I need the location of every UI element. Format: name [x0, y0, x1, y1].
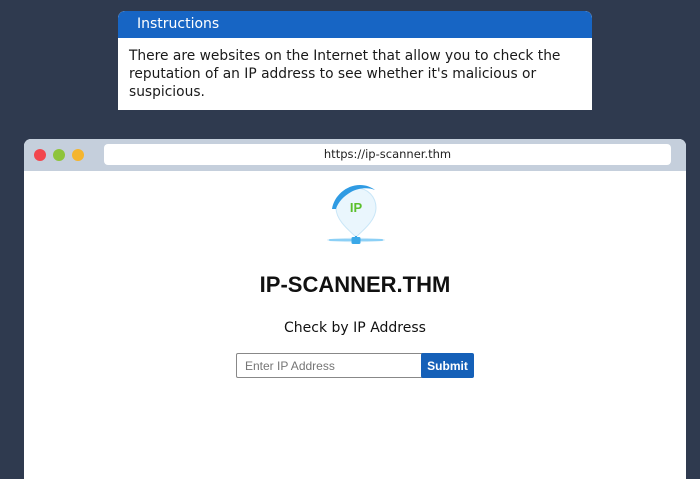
instructions-text: There are websites on the Internet that …	[129, 48, 561, 100]
address-bar[interactable]: https://ip-scanner.thm	[104, 144, 671, 165]
check-by-ip-label: Check by IP Address	[284, 320, 426, 336]
instructions-panel: Instructions There are websites on the I…	[118, 11, 592, 110]
ip-address-input[interactable]	[236, 353, 425, 378]
svg-text:IP: IP	[350, 200, 363, 215]
instructions-header: Instructions	[118, 11, 592, 38]
minimize-window-dot[interactable]	[53, 149, 65, 161]
maximize-window-dot[interactable]	[72, 149, 84, 161]
browser-window: https://ip-scanner.thm IP IP-SCANNER.THM…	[24, 139, 686, 479]
ip-scanner-logo-icon: IP	[327, 185, 385, 244]
close-window-dot[interactable]	[34, 149, 46, 161]
submit-button[interactable]: Submit	[421, 353, 474, 378]
page-content: IP IP-SCANNER.THM Check by IP Address Su…	[24, 171, 686, 479]
site-title: IP-SCANNER.THM	[259, 272, 451, 297]
browser-titlebar: https://ip-scanner.thm	[24, 139, 686, 171]
